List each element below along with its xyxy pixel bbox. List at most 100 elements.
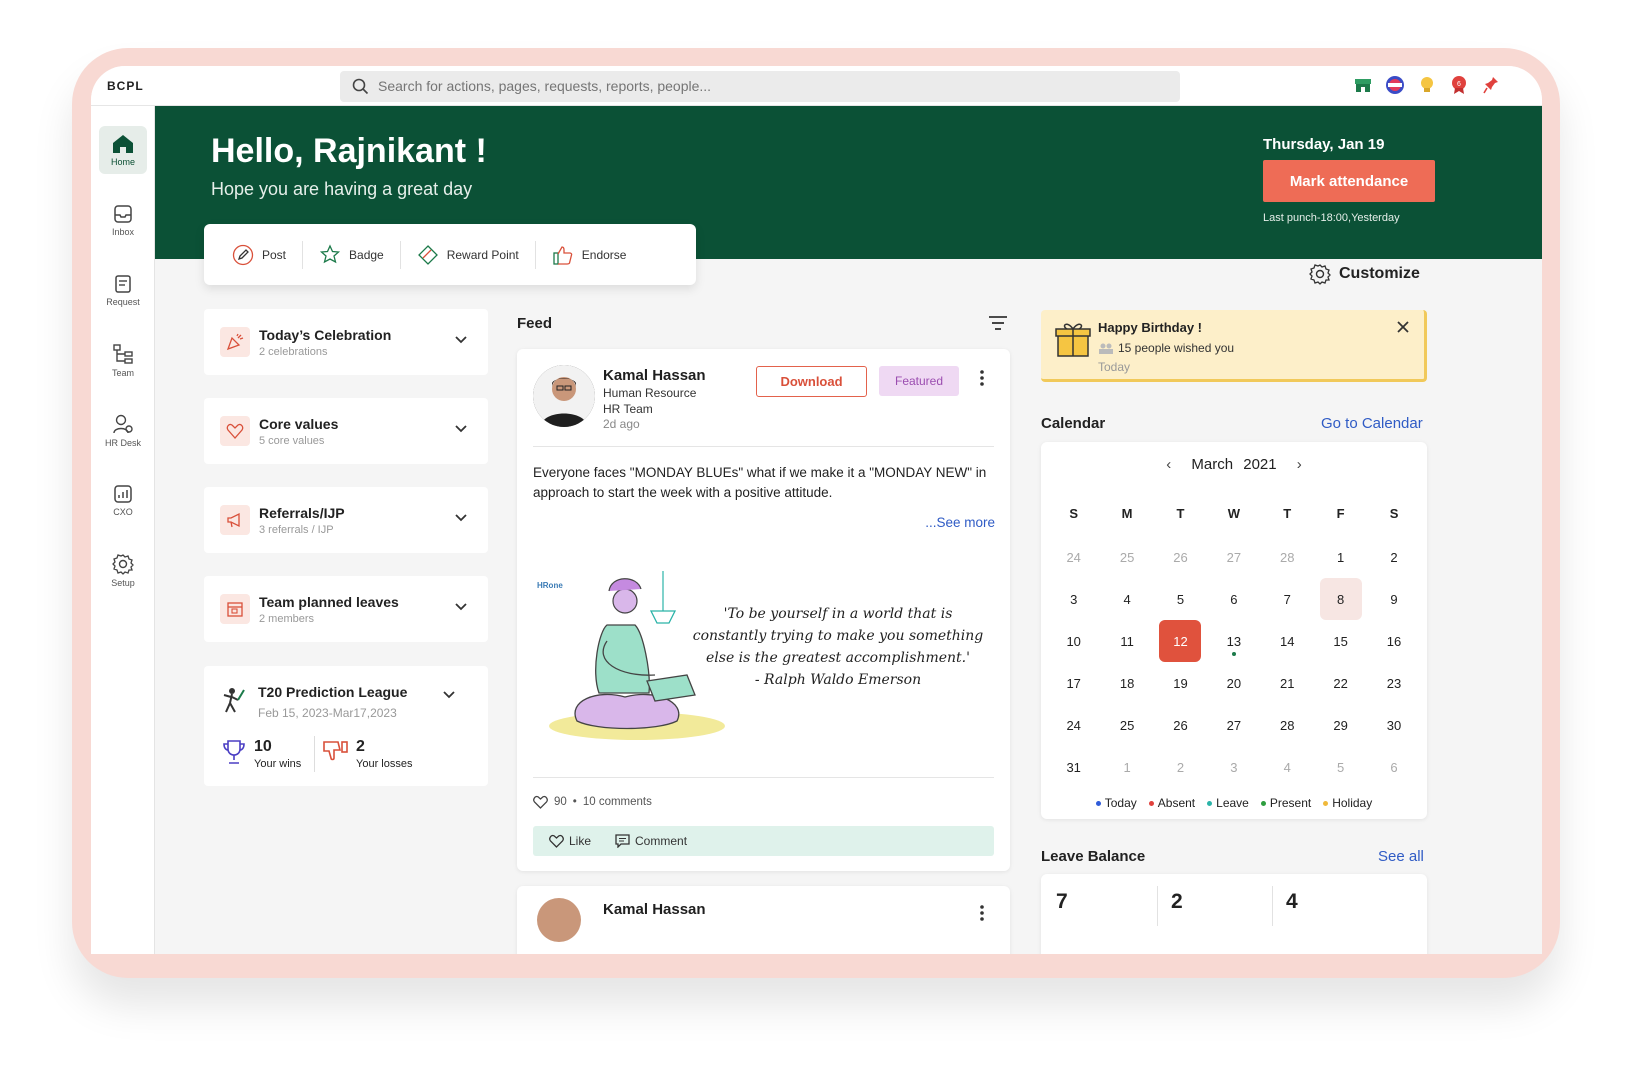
customize-button[interactable]: Customize	[1309, 263, 1420, 285]
sidebar-item-request[interactable]: Request	[99, 266, 147, 314]
calendar-day[interactable]: 6	[1207, 578, 1260, 620]
post-action[interactable]: Post	[216, 241, 302, 269]
comment-count[interactable]: 10 comments	[583, 796, 652, 808]
chevron-down-icon[interactable]	[442, 690, 456, 700]
calendar-day[interactable]: 3	[1207, 746, 1260, 788]
calendar-day[interactable]: 2	[1154, 746, 1207, 788]
calendar-day[interactable]: 3	[1047, 578, 1100, 620]
sidebar-item-cxo[interactable]: CXO	[99, 476, 147, 524]
calendar-day[interactable]: 4	[1100, 578, 1153, 620]
avatar[interactable]	[533, 365, 595, 427]
chevron-down-icon[interactable]	[454, 513, 468, 523]
legend-item: Absent	[1148, 796, 1195, 810]
calendar-day[interactable]: 16	[1367, 620, 1420, 662]
post-author[interactable]: Kamal Hassan	[603, 901, 706, 918]
more-options-icon[interactable]	[979, 904, 985, 922]
calendar-day-number: 4	[1283, 759, 1291, 775]
comment-button[interactable]: Comment	[615, 834, 687, 848]
filter-icon[interactable]	[987, 314, 1009, 332]
go-to-calendar-link[interactable]: Go to Calendar	[1321, 415, 1423, 432]
calendar-day[interactable]: 26	[1154, 704, 1207, 746]
lightbulb-icon[interactable]	[1416, 74, 1438, 96]
chevron-left-icon[interactable]: ‹	[1166, 456, 1171, 473]
calendar-day[interactable]: 15	[1314, 620, 1367, 662]
calendar-day[interactable]: 26	[1154, 536, 1207, 578]
calendar-day[interactable]: 7	[1261, 578, 1314, 620]
t20-prediction-card[interactable]: T20 Prediction League Feb 15, 2023-Mar17…	[204, 666, 488, 786]
calendar-day[interactable]: 5	[1314, 746, 1367, 788]
award-badge-icon[interactable]	[1384, 74, 1406, 96]
calendar-day[interactable]: 24	[1047, 536, 1100, 578]
reward-point-action[interactable]: Reward Point	[399, 240, 535, 269]
more-options-icon[interactable]	[979, 369, 985, 387]
sidebar-item-hr-desk[interactable]: HR Desk	[99, 406, 147, 454]
calendar-day[interactable]: 14	[1261, 620, 1314, 662]
calendar-day[interactable]: 10	[1047, 620, 1100, 662]
pin-icon[interactable]	[1480, 74, 1502, 96]
calendar-day[interactable]: 29	[1314, 704, 1367, 746]
like-button[interactable]: Like	[549, 834, 591, 848]
sidebar-item-team[interactable]: Team	[99, 336, 147, 384]
calendar-day[interactable]: 24	[1047, 704, 1100, 746]
calendar-day[interactable]: 1	[1314, 536, 1367, 578]
calendar-day[interactable]: 17	[1047, 662, 1100, 704]
chevron-down-icon[interactable]	[454, 602, 468, 612]
badge-action[interactable]: Badge	[302, 240, 400, 269]
calendar-day[interactable]: 21	[1261, 662, 1314, 704]
calendar-day[interactable]: 18	[1100, 662, 1153, 704]
core-values-card[interactable]: Core values 5 core values	[204, 398, 488, 464]
calendar-day-number: 1	[1123, 759, 1131, 775]
calendar-day[interactable]: 12	[1154, 620, 1207, 662]
close-icon[interactable]	[1396, 320, 1410, 334]
avatar[interactable]	[537, 898, 581, 942]
calendar-day[interactable]: 2	[1367, 536, 1420, 578]
calendar-day[interactable]: 23	[1367, 662, 1420, 704]
calendar-day[interactable]: 1	[1100, 746, 1153, 788]
sidebar-item-home[interactable]: Home	[99, 126, 147, 174]
calendar-day[interactable]: 25	[1100, 536, 1153, 578]
notification-medal-icon[interactable]: 6	[1448, 74, 1470, 96]
calendar-day[interactable]: 9	[1367, 578, 1420, 620]
calendar-day-number: 23	[1386, 675, 1402, 691]
endorse-action[interactable]: Endorse	[534, 240, 643, 269]
calendar-day[interactable]: 27	[1207, 704, 1260, 746]
celebration-card[interactable]: Today’s Celebration 2 celebrations	[204, 309, 488, 375]
calendar-day[interactable]: 13	[1207, 620, 1260, 662]
search-bar[interactable]	[340, 71, 1180, 102]
calendar-day[interactable]: 6	[1367, 746, 1420, 788]
calendar-day[interactable]: 5	[1154, 578, 1207, 620]
store-icon[interactable]	[1352, 74, 1374, 96]
post-author[interactable]: Kamal Hassan	[603, 367, 706, 384]
calendar-day[interactable]: 20	[1207, 662, 1260, 704]
year-label: 2021	[1243, 456, 1277, 473]
chevron-down-icon[interactable]	[454, 424, 468, 434]
calendar-day[interactable]: 25	[1100, 704, 1153, 746]
calendar-day[interactable]: 30	[1367, 704, 1420, 746]
calendar-day[interactable]: 4	[1261, 746, 1314, 788]
calendar-day[interactable]: 27	[1207, 536, 1260, 578]
quote-text: 'To be yourself in a world that is const…	[685, 603, 991, 691]
calendar-day[interactable]: 8	[1314, 578, 1367, 620]
calendar-day[interactable]: 19	[1154, 662, 1207, 704]
see-more-link[interactable]: ...See more	[925, 515, 995, 530]
calendar-day[interactable]: 28	[1261, 536, 1314, 578]
chevron-right-icon[interactable]: ›	[1297, 456, 1302, 473]
calendar-day[interactable]: 11	[1100, 620, 1153, 662]
team-leaves-card[interactable]: Team planned leaves 2 members	[204, 576, 488, 642]
search-input[interactable]	[378, 75, 1158, 97]
download-button[interactable]: Download	[756, 366, 867, 397]
sidebar-item-setup[interactable]: Setup	[99, 546, 147, 594]
sidebar-item-inbox[interactable]: Inbox	[99, 196, 147, 244]
birthday-wishes[interactable]: 15 people wished you	[1118, 341, 1234, 355]
weekday-header: W	[1227, 505, 1240, 521]
calendar-day[interactable]: 22	[1314, 662, 1367, 704]
legend-item: Today	[1095, 796, 1137, 810]
mark-attendance-button[interactable]: Mark attendance	[1263, 160, 1435, 202]
core-values-icon	[220, 416, 250, 446]
calendar-day[interactable]: 31	[1047, 746, 1100, 788]
see-all-link[interactable]: See all	[1378, 848, 1424, 865]
referrals-card[interactable]: Referrals/IJP 3 referrals / IJP	[204, 487, 488, 553]
chevron-down-icon[interactable]	[454, 335, 468, 345]
calendar-day-number: 5	[1176, 591, 1185, 607]
calendar-day[interactable]: 28	[1261, 704, 1314, 746]
